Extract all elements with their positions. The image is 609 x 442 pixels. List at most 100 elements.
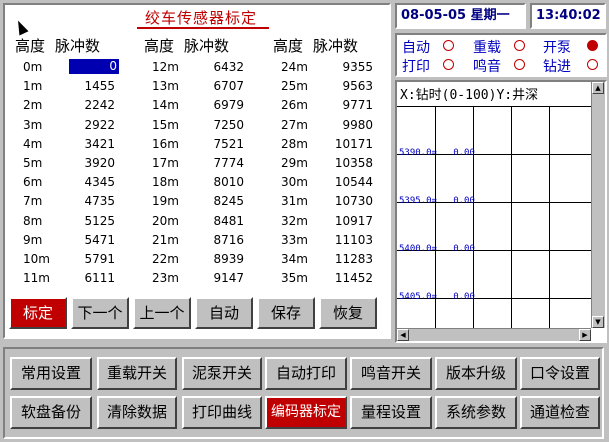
calibration-row[interactable]: 0m 0 — [15, 57, 143, 76]
pulse-value[interactable]: 6707 — [213, 79, 244, 93]
pulse-value[interactable]: 7250 — [213, 118, 244, 132]
menu-print-curve[interactable]: 打印曲线 — [182, 396, 262, 429]
calibration-column-3: 高度 脉冲数 24m 9355 25m 9563 26m 9771 27m 9980 28m 101… — [273, 35, 401, 287]
pulse-value[interactable]: 5791 — [84, 252, 115, 266]
plot-horizontal-scrollbar[interactable]: ◀ ▶ — [397, 328, 591, 341]
calibration-row[interactable]: 28m 10171 — [273, 134, 401, 153]
pulse-value[interactable]: 5471 — [84, 233, 115, 247]
menu-heavy-load-switch[interactable]: 重载开关 — [97, 357, 177, 390]
next-button[interactable]: 下一个 — [71, 297, 129, 329]
pulse-value[interactable]: 10171 — [335, 137, 373, 151]
calibration-row[interactable]: 21m 8716 — [144, 230, 272, 249]
calibration-row[interactable]: 14m 6979 — [144, 95, 272, 114]
calibration-row[interactable]: 29m 10358 — [273, 153, 401, 172]
calibrate-button[interactable]: 标定 — [9, 297, 67, 329]
calibration-row[interactable]: 20m 8481 — [144, 211, 272, 230]
calibration-row[interactable]: 19m 8245 — [144, 191, 272, 210]
calibration-row[interactable]: 10m 5791 — [15, 249, 143, 268]
pulse-value[interactable]: 11452 — [335, 271, 373, 285]
menu-auto-print[interactable]: 自动打印 — [265, 357, 347, 390]
pulse-value[interactable]: 3920 — [84, 156, 115, 170]
scroll-up-icon[interactable]: ▲ — [592, 82, 604, 94]
calibration-row[interactable]: 22m 8939 — [144, 249, 272, 268]
pulse-value[interactable]: 8010 — [213, 175, 244, 189]
menu-version-upgrade[interactable]: 版本升级 — [435, 357, 517, 390]
menu-password-settings[interactable]: 口令设置 — [520, 357, 600, 390]
pulse-value[interactable]: 8245 — [213, 194, 244, 208]
calibration-row[interactable]: 7m 4735 — [15, 191, 143, 210]
calibration-row[interactable]: 32m 10917 — [273, 211, 401, 230]
calibration-row[interactable]: 6m 4345 — [15, 172, 143, 191]
pulse-value[interactable]: 9563 — [342, 79, 373, 93]
restore-button[interactable]: 恢复 — [319, 297, 377, 329]
pulse-value[interactable]: 10917 — [335, 214, 373, 228]
save-button[interactable]: 保存 — [257, 297, 315, 329]
menu-beep-switch[interactable]: 鸣音开关 — [350, 357, 432, 390]
calibration-row[interactable]: 2m 2242 — [15, 95, 143, 114]
menu-encoder-calibration[interactable]: 编码器标定 — [265, 396, 347, 429]
calibration-row[interactable]: 11m 6111 — [15, 268, 143, 287]
pulse-value[interactable]: 7774 — [213, 156, 244, 170]
auto-button[interactable]: 自动 — [195, 297, 253, 329]
calibration-row[interactable]: 5m 3920 — [15, 153, 143, 172]
pulse-value[interactable]: 11283 — [335, 252, 373, 266]
menu-mud-pump-switch[interactable]: 泥泵开关 — [182, 357, 262, 390]
scroll-down-icon[interactable]: ▼ — [592, 316, 604, 328]
calibration-row[interactable]: 25m 9563 — [273, 76, 401, 95]
calibration-row[interactable]: 15m 7250 — [144, 115, 272, 134]
calibration-row[interactable]: 31m 10730 — [273, 191, 401, 210]
calibration-row[interactable]: 30m 10544 — [273, 172, 401, 191]
pulse-value[interactable]: 2922 — [84, 118, 115, 132]
calibration-row[interactable]: 12m 6432 — [144, 57, 272, 76]
pulse-value[interactable]: 3421 — [84, 137, 115, 151]
calibration-row[interactable]: 23m 9147 — [144, 268, 272, 287]
pulse-value[interactable]: 1455 — [84, 79, 115, 93]
calibration-row[interactable]: 8m 5125 — [15, 211, 143, 230]
menu-range-settings[interactable]: 量程设置 — [350, 396, 432, 429]
menu-clear-data[interactable]: 清除数据 — [97, 396, 177, 429]
menu-channel-check[interactable]: 通道检查 — [520, 396, 600, 429]
menu-common-settings[interactable]: 常用设置 — [10, 357, 92, 390]
calibration-row[interactable]: 26m 9771 — [273, 95, 401, 114]
menu-floppy-backup[interactable]: 软盘备份 — [10, 396, 92, 429]
calibration-row[interactable]: 34m 11283 — [273, 249, 401, 268]
pulse-value[interactable]: 4345 — [84, 175, 115, 189]
pulse-value[interactable]: 5125 — [84, 214, 115, 228]
pulse-value[interactable]: 8939 — [213, 252, 244, 266]
calibration-row[interactable]: 1m 1455 — [15, 76, 143, 95]
calibration-row[interactable]: 9m 5471 — [15, 230, 143, 249]
calibration-row[interactable]: 17m 7774 — [144, 153, 272, 172]
scroll-left-icon[interactable]: ◀ — [397, 329, 409, 341]
pulse-value[interactable]: 4735 — [84, 194, 115, 208]
pulse-value[interactable]: 10544 — [335, 175, 373, 189]
pulse-value[interactable]: 6979 — [213, 98, 244, 112]
pulse-value[interactable]: 9980 — [342, 118, 373, 132]
pulse-value[interactable]: 9355 — [342, 60, 373, 74]
pulse-value[interactable]: 10730 — [335, 194, 373, 208]
pulse-value[interactable]: 2242 — [84, 98, 115, 112]
calibration-row[interactable]: 18m 8010 — [144, 172, 272, 191]
pulse-value[interactable]: 8481 — [213, 214, 244, 228]
calibration-row[interactable]: 3m 2922 — [15, 115, 143, 134]
menu-system-params[interactable]: 系统参数 — [435, 396, 517, 429]
prev-button[interactable]: 上一个 — [133, 297, 191, 329]
plot-vertical-scrollbar[interactable]: ▲ ▼ — [591, 82, 605, 328]
time-display: 13:40:02 — [530, 3, 606, 29]
pulse-value[interactable]: 0 — [69, 59, 119, 74]
pulse-value[interactable]: 9147 — [213, 271, 244, 285]
pulse-value[interactable]: 8716 — [213, 233, 244, 247]
pulse-value[interactable]: 9771 — [342, 98, 373, 112]
calibration-row[interactable]: 4m 3421 — [15, 134, 143, 153]
scroll-right-icon[interactable]: ▶ — [579, 329, 591, 341]
pulse-value[interactable]: 11103 — [335, 233, 373, 247]
calibration-row[interactable]: 16m 7521 — [144, 134, 272, 153]
pulse-value[interactable]: 6111 — [84, 271, 115, 285]
calibration-row[interactable]: 33m 11103 — [273, 230, 401, 249]
calibration-row[interactable]: 27m 9980 — [273, 115, 401, 134]
calibration-row[interactable]: 13m 6707 — [144, 76, 272, 95]
calibration-row[interactable]: 35m 11452 — [273, 268, 401, 287]
pulse-value[interactable]: 7521 — [213, 137, 244, 151]
calibration-row[interactable]: 24m 9355 — [273, 57, 401, 76]
pulse-value[interactable]: 6432 — [213, 60, 244, 74]
pulse-value[interactable]: 10358 — [335, 156, 373, 170]
